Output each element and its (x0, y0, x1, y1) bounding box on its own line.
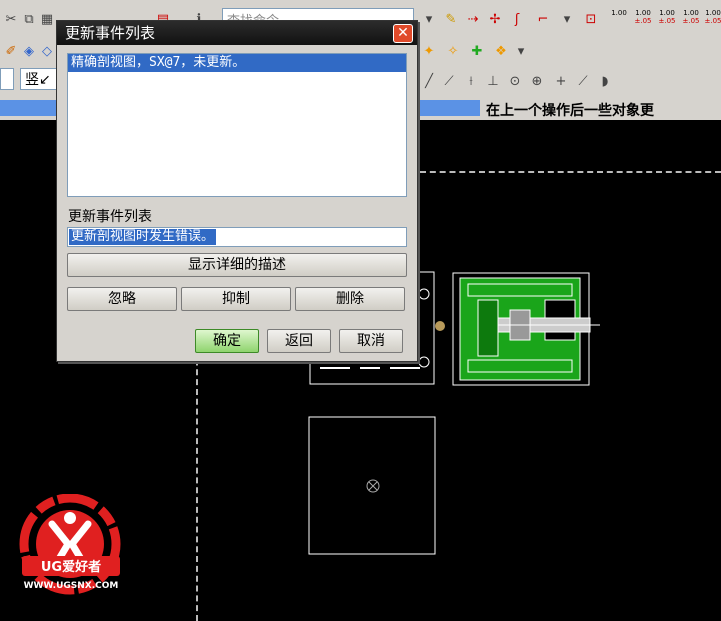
hole-mark (418, 288, 430, 300)
dimension-button-5[interactable]: 1.00 ±.05 (700, 9, 721, 31)
suppress-button[interactable]: 抑制 (181, 287, 291, 311)
cross-icon[interactable]: ✢ (486, 10, 504, 28)
sketch-icon[interactable]: ✐ (2, 42, 20, 60)
logo-url: WWW.UGSNX.COM (24, 581, 119, 591)
blend-icon[interactable]: ❖ (492, 42, 510, 60)
event-description-text: 更新剖视图时发生错误。 (69, 229, 217, 245)
copy-icon[interactable]: ⧉ (20, 10, 38, 28)
arrow-icon[interactable]: ⇢ (464, 10, 482, 28)
list-item[interactable]: 精确剖视图，SX@7，未更新。 (68, 54, 406, 72)
dimension-button-3[interactable]: 1.00 ±.05 (654, 9, 680, 31)
tangent-icon[interactable]: ⟋ (574, 72, 592, 90)
dimension-button-1[interactable]: 1.00 (606, 9, 632, 31)
dialog-titlebar[interactable]: 更新事件列表 ✕ (57, 21, 417, 45)
sheet-border-left (196, 330, 198, 621)
chevron-down-icon[interactable]: ▾ (512, 42, 530, 60)
close-icon[interactable]: ✕ (393, 24, 413, 43)
chevron-down-icon[interactable]: ▾ (420, 10, 438, 28)
delete-button[interactable]: 删除 (295, 287, 405, 311)
dimension-tolerance: ±.05 (704, 17, 721, 25)
face-icon[interactable]: ◗ (596, 72, 614, 90)
point-icon[interactable]: ✎ (442, 10, 460, 28)
events-list[interactable]: 精确剖视图，SX@7，未更新。 (67, 53, 407, 197)
logo-text: UG爱好者 (41, 559, 101, 575)
feature-icon[interactable]: ✦ (420, 42, 438, 60)
perpendicular-icon[interactable]: ⊥ (484, 72, 502, 90)
cancel-button[interactable]: 取消 (339, 329, 403, 353)
ok-button[interactable]: 确定 (195, 329, 259, 353)
view-origin-icon (368, 481, 378, 491)
dimension-tolerance: ±.05 (658, 17, 676, 25)
dimension-top: 1.00 (705, 9, 721, 17)
quadrant-icon[interactable]: ⊕ (528, 72, 546, 90)
status-message: 在上一个操作后一些对象更 (486, 103, 654, 119)
section-icon[interactable]: ◇ (38, 42, 56, 60)
sweep-icon[interactable]: ⌐ (534, 10, 552, 28)
update-events-dialog: 更新事件列表 ✕ 精确剖视图，SX@7，未更新。 更新事件列表 更新剖视图时发生… (56, 20, 418, 362)
dimension-top: 1.00 (635, 9, 651, 17)
dimension-tolerance: ±.05 (634, 17, 652, 25)
intersection-icon[interactable]: + (552, 72, 570, 90)
frame-icon[interactable]: ⊡ (582, 10, 600, 28)
center-icon[interactable]: ⊙ (506, 72, 524, 90)
section-detail (477, 299, 499, 357)
dimension-top: 1.00 (611, 9, 627, 17)
cut-icon[interactable]: ✂ (2, 10, 20, 28)
hole-mark (418, 356, 430, 368)
dialog-title: 更新事件列表 (65, 24, 156, 42)
ug-logo-watermark: UG爱好者 WWW.UGSNX.COM (19, 494, 121, 595)
mirror-icon[interactable]: ✚ (468, 42, 486, 60)
chevron-down-icon[interactable]: ▾ (558, 10, 576, 28)
curve-icon[interactable]: ʃ (508, 10, 526, 28)
pattern-icon[interactable]: ✧ (444, 42, 462, 60)
midpoint-icon[interactable]: ⟊ (462, 72, 480, 90)
sheet-border-top (420, 171, 721, 173)
paste-icon[interactable]: ▦ (38, 10, 56, 28)
view-icon[interactable]: ◈ (20, 42, 38, 60)
view-anchor-dot (435, 321, 445, 331)
dimension-button-2[interactable]: 1.00 ±.05 (630, 9, 656, 31)
filter-dropdown[interactable] (0, 68, 14, 90)
endpoint-icon[interactable]: ⟋ (440, 72, 458, 90)
back-button[interactable]: 返回 (267, 329, 331, 353)
field-label: 更新事件列表 (68, 209, 152, 225)
dimension-top: 1.00 (659, 9, 675, 17)
ignore-button[interactable]: 忽略 (67, 287, 177, 311)
show-details-button[interactable]: 显示详细的描述 (67, 253, 407, 277)
event-description-field[interactable]: 更新剖视图时发生错误。 (67, 227, 407, 247)
line-icon[interactable]: ╱ (420, 72, 438, 90)
